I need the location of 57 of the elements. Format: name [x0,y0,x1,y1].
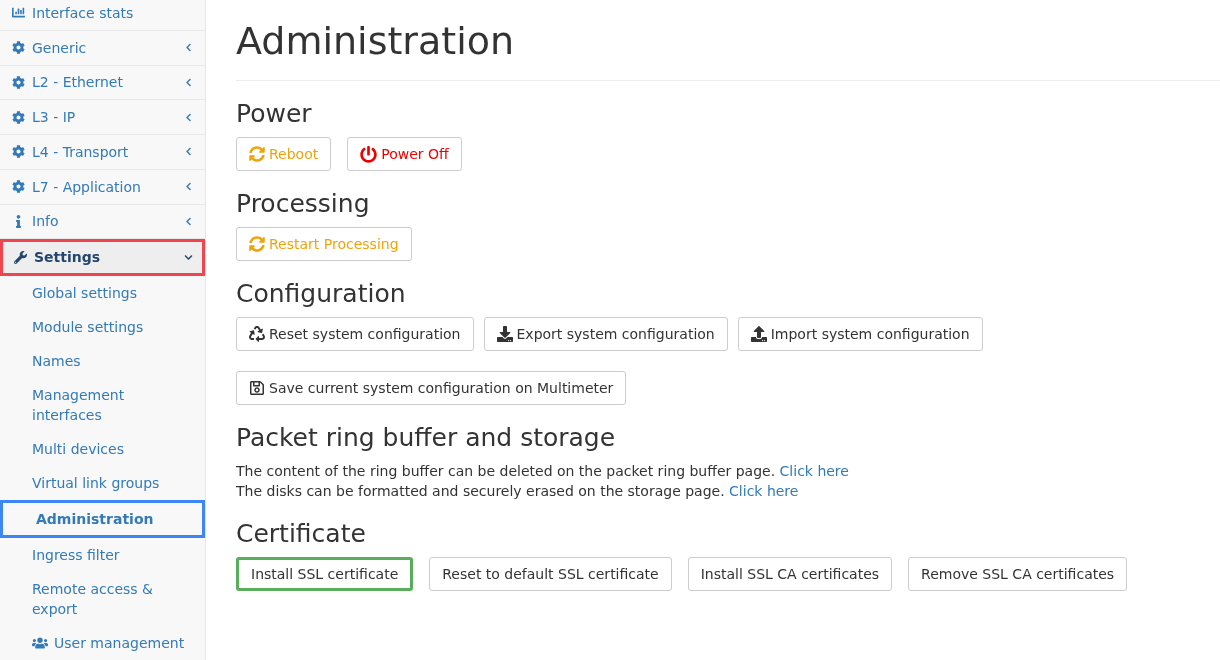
sidebar-item[interactable]: L3 - IP [0,100,205,135]
section-heading: Configuration [236,279,407,309]
sidebar-subitem[interactable]: Global settings [0,276,205,310]
click-here-link[interactable]: Click here [729,483,799,499]
chevron-down-icon [184,252,193,262]
gear-icon [12,75,25,89]
sidebar-subitem[interactable]: Names [0,344,205,378]
section-heading: Power [236,99,313,129]
recycle-icon [249,326,265,342]
refresh-icon [249,146,265,162]
refresh-icon [249,236,265,252]
sidebar-item[interactable]: L7 - Application [0,169,205,205]
chevron-left-icon [184,43,193,53]
gear-icon [12,110,25,124]
sidebar-subitem[interactable]: Ingress filter [0,538,205,572]
action-button[interactable]: Install SSL certificate [236,557,414,591]
gear-icon [12,41,25,55]
action-button[interactable]: Remove SSL CA certificates [908,557,1128,591]
sidebar-subitem[interactable]: Management interfaces [0,378,205,432]
sidebar-item[interactable]: Interface stats [0,0,205,31]
click-here-link[interactable]: Click here [779,463,849,479]
chevron-left-icon [184,216,193,226]
action-button[interactable]: Export system configuration [483,317,728,351]
action-button[interactable]: Power Off [347,137,462,171]
wrench-icon [14,250,27,264]
gear-icon [12,145,25,159]
sidebar-subitem[interactable]: User management [0,626,205,660]
info-text: The disks can be formatted and securely erased on the storage page. Click here [236,482,800,501]
action-button[interactable]: Reset system configuration [236,317,474,351]
chevron-left-icon [184,147,193,157]
power-icon [360,145,378,163]
sidebar-subitem[interactable]: Administration [0,500,205,538]
download-icon [496,326,513,342]
action-button[interactable]: Save current system configuration on Multimeter [236,371,627,405]
action-button[interactable]: Import system configuration [737,317,983,351]
sidebar-item[interactable]: L4 - Transport [0,135,205,170]
info-text: The content of the ring buffer can be deleted on the packet ring buffer page. Click here [236,462,850,481]
action-button[interactable]: Reset to default SSL certificate [429,557,672,591]
sidebar-subitem[interactable]: Multi devices [0,432,205,466]
chevron-left-icon [184,182,193,192]
gear-icon [12,180,25,194]
sidebar-item[interactable]: L2 - Ethernet [0,65,205,101]
sidebar-subitem[interactable]: Module settings [0,310,205,344]
section-heading: Certificate [236,519,367,549]
action-button[interactable]: Install SSL CA certificates [687,557,893,591]
chevron-left-icon [184,77,193,87]
page-title: Administration [236,18,516,64]
chevron-left-icon [184,112,193,122]
sidebar-item[interactable]: Settings [0,239,205,276]
section-heading: Packet ring buffer and storage [236,423,617,453]
upload-icon [750,326,767,342]
section-heading: Processing [236,189,371,219]
users-icon [32,635,48,651]
bar-chart-icon [12,6,25,20]
sidebar-item[interactable]: Generic [0,30,205,66]
sidebar-subitem[interactable]: Virtual link groups [0,466,205,500]
sidebar-subitem[interactable]: Remote access & export [0,572,205,626]
